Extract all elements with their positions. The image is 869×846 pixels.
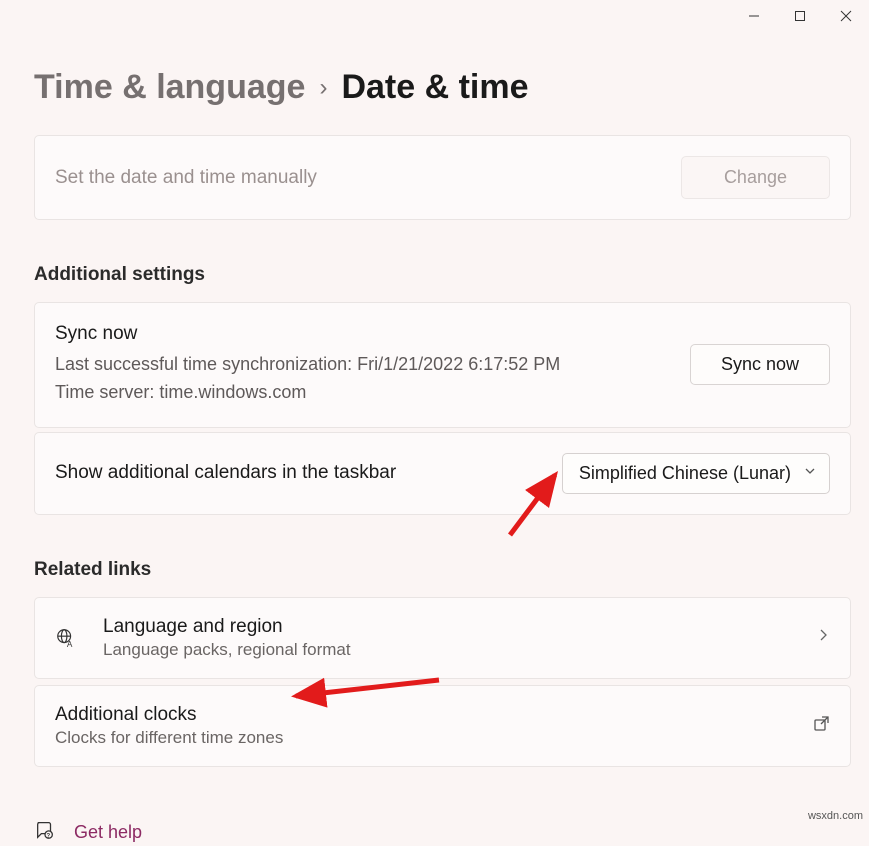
sync-last: Last successful time synchronization: Fr… — [55, 351, 560, 379]
related-links-heading: Related links — [34, 519, 851, 597]
get-help-link[interactable]: Get help — [74, 822, 142, 843]
dropdown-value: Simplified Chinese (Lunar) — [579, 463, 791, 484]
chevron-right-icon — [816, 628, 830, 647]
get-help-row: ? Get help — [34, 773, 851, 846]
chevron-down-icon — [803, 464, 817, 483]
minimize-button[interactable] — [731, 0, 777, 32]
svg-text:A: A — [67, 640, 73, 649]
breadcrumb: Time & language › Date & time — [0, 32, 869, 135]
close-button[interactable] — [823, 0, 869, 32]
external-link-icon — [813, 715, 830, 737]
breadcrumb-parent[interactable]: Time & language — [34, 68, 305, 107]
link-sub: Language packs, regional format — [103, 640, 790, 660]
sync-title: Sync now — [55, 323, 560, 345]
chevron-right-icon: › — [319, 74, 327, 102]
sync-server: Time server: time.windows.com — [55, 379, 560, 407]
additional-calendars-dropdown[interactable]: Simplified Chinese (Lunar) — [562, 453, 830, 494]
additional-settings-heading: Additional settings — [34, 224, 851, 302]
additional-calendars-card: Show additional calendars in the taskbar… — [34, 432, 851, 515]
maximize-button[interactable] — [777, 0, 823, 32]
svg-text:?: ? — [46, 833, 50, 839]
help-icon: ? — [34, 819, 56, 846]
watermark: wsxdn.com — [808, 810, 863, 822]
window-controls — [0, 0, 869, 32]
set-manual-label: Set the date and time manually — [55, 167, 317, 189]
additional-calendars-label: Show additional calendars in the taskbar — [55, 462, 396, 484]
link-title: Additional clocks — [55, 704, 787, 726]
link-sub: Clocks for different time zones — [55, 728, 787, 748]
globe-icon: A — [55, 627, 77, 649]
sync-now-button[interactable]: Sync now — [690, 344, 830, 385]
sync-card: Sync now Last successful time synchroniz… — [34, 302, 851, 428]
language-region-link[interactable]: A Language and region Language packs, re… — [34, 597, 851, 679]
set-manual-card: Set the date and time manually Change — [34, 135, 851, 220]
additional-clocks-link[interactable]: Additional clocks Clocks for different t… — [34, 685, 851, 767]
change-button[interactable]: Change — [681, 156, 830, 199]
link-title: Language and region — [103, 616, 790, 638]
breadcrumb-current: Date & time — [341, 68, 528, 107]
